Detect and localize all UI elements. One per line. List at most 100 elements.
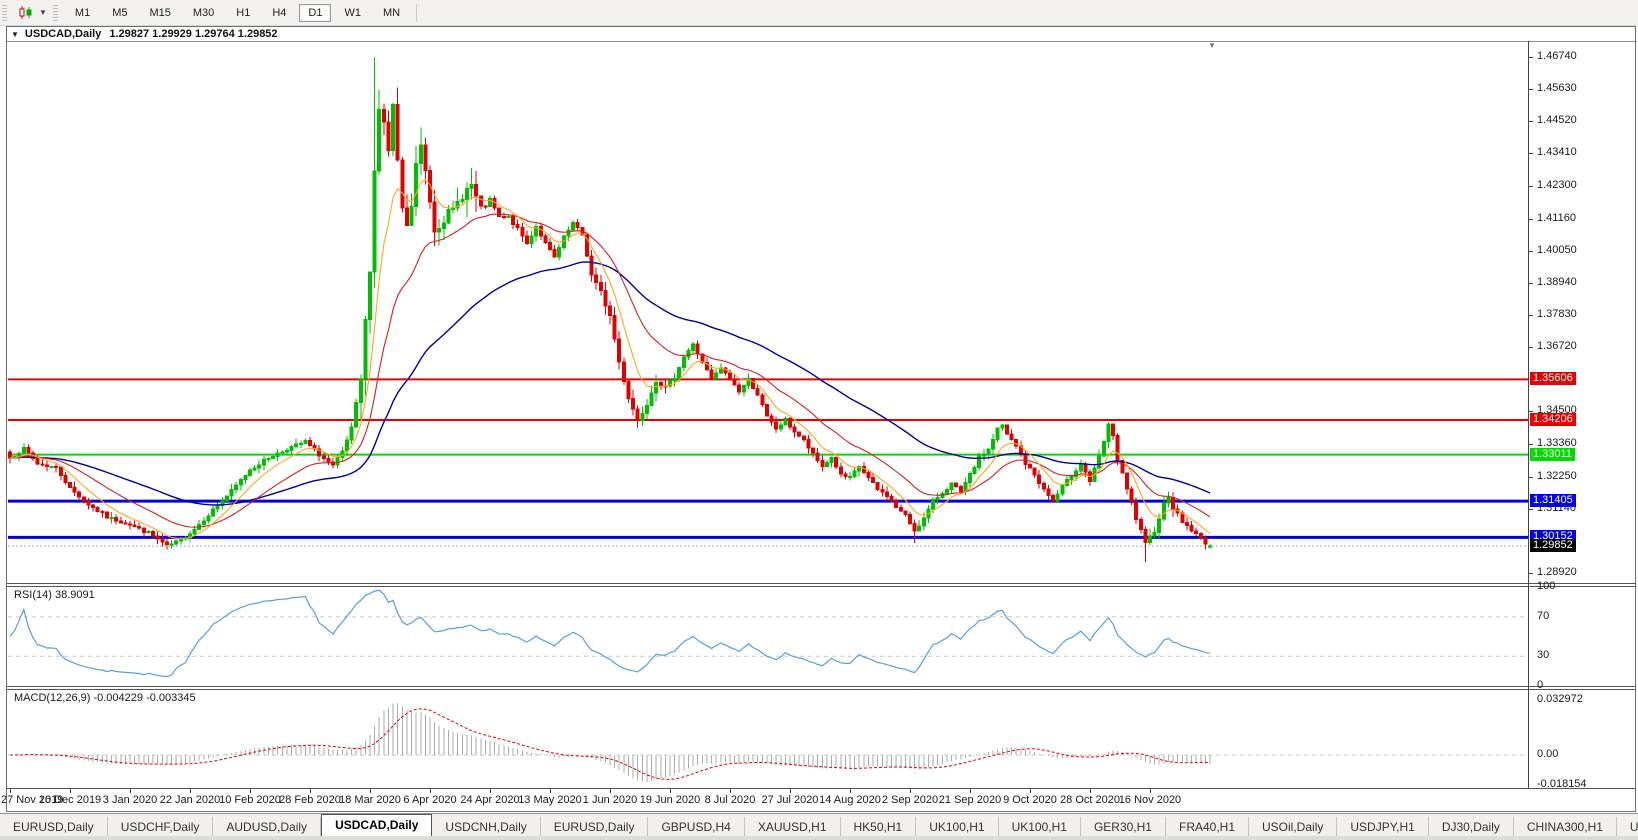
chart-tab-xauusd-h1[interactable]: XAUUSD,H1 xyxy=(745,817,841,837)
price-level-badge[interactable]: 1.31405 xyxy=(1530,494,1576,507)
chart-tab-uk100-h1[interactable]: UK100,H1 xyxy=(999,817,1081,837)
price-axis-tick xyxy=(1529,283,1533,284)
chart-tab-fra40-h1[interactable]: FRA40,H1 xyxy=(1166,817,1249,837)
rsi-axis-label: 30 xyxy=(1537,649,1549,661)
chart-tab-bar: EURUSD,DailyUSDCHF,DailyAUDUSD,DailyUSDC… xyxy=(0,813,1638,837)
price-axis-label: 1.46740 xyxy=(1537,50,1577,62)
date-axis-tick xyxy=(130,789,131,793)
price-axis-tick xyxy=(1529,57,1533,58)
chart-tab-usoil-h1[interactable]: USOil,H1 xyxy=(1617,817,1638,837)
chart-tab-usdchf-daily[interactable]: USDCHF,Daily xyxy=(108,817,214,837)
date-axis-tick xyxy=(910,789,911,793)
date-axis-tick xyxy=(610,789,611,793)
rsi-indicator-chart[interactable] xyxy=(8,587,1528,686)
main-price-chart[interactable] xyxy=(8,41,1528,583)
timeframe-toolbar: ▼ M1M5M15 M30H1H4D1W1MN xyxy=(0,0,1638,26)
mt4-application: ▼ M1M5M15 M30H1H4D1W1MN ▼ USDCAD,Daily 1.… xyxy=(0,0,1638,840)
price-axis-label: 1.28920 xyxy=(1537,566,1577,578)
chart-symbol-title: USDCAD,Daily xyxy=(25,28,101,40)
chart-tab-ger30-h1[interactable]: GER30,H1 xyxy=(1081,817,1166,837)
date-axis-tick xyxy=(250,789,251,793)
price-axis-label: 1.38940 xyxy=(1537,276,1577,288)
price-axis-label: 1.36720 xyxy=(1537,340,1577,352)
timeframe-button-w1[interactable]: W1 xyxy=(335,4,370,22)
price-axis-tick xyxy=(1529,509,1533,510)
price-axis-label: 1.32250 xyxy=(1537,470,1577,482)
timeframe-button-m15[interactable]: M15 xyxy=(140,4,179,22)
macd-label: MACD(12,26,9) -0.004229 -0.003345 xyxy=(14,692,196,704)
collapse-indicator-icon[interactable]: ▼ xyxy=(11,30,19,39)
price-axis-tick xyxy=(1529,573,1533,574)
timeframe-button-m30[interactable]: M30 xyxy=(184,4,223,22)
rsi-panel-bottom-border xyxy=(7,686,1636,687)
toolbar-separator xyxy=(416,4,417,22)
toolbar-grip-2[interactable] xyxy=(53,5,58,21)
rsi-label: RSI(14) 38.9091 xyxy=(14,589,95,601)
date-axis-tick xyxy=(550,789,551,793)
timeframe-button-m1[interactable]: M1 xyxy=(66,4,99,22)
chart-tab-eurusd-daily[interactable]: EURUSD,Daily xyxy=(0,817,108,837)
chart-tab-usoil-daily[interactable]: USOil,Daily xyxy=(1249,817,1337,837)
price-axis-label: 1.43410 xyxy=(1537,146,1577,158)
date-axis-tick xyxy=(1090,789,1091,793)
chart-tab-hk50-h1[interactable]: HK50,H1 xyxy=(841,817,917,837)
macd-signal-line xyxy=(10,709,1210,780)
chart-tab-usdcnh-daily[interactable]: USDCNH,Daily xyxy=(432,817,540,837)
rsi-line xyxy=(10,590,1210,676)
macd-axis-label: 0.032972 xyxy=(1537,693,1583,705)
timeframe-button-h4[interactable]: H4 xyxy=(263,4,295,22)
price-axis-tick xyxy=(1529,153,1533,154)
price-axis-label: 1.44520 xyxy=(1537,114,1577,126)
chart-tab-audusd-daily[interactable]: AUDUSD,Daily xyxy=(213,817,321,837)
date-axis-tick xyxy=(310,789,311,793)
price-axis-tick xyxy=(1529,315,1533,316)
price-axis-label: 1.40050 xyxy=(1537,244,1577,256)
timeframe-button-d1[interactable]: D1 xyxy=(299,4,331,22)
price-level-badge[interactable]: 1.33011 xyxy=(1530,448,1575,461)
rsi-axis-label: 70 xyxy=(1537,610,1549,622)
toolbar-grip[interactable] xyxy=(2,5,7,21)
date-axis-tick xyxy=(670,789,671,793)
chart-tab-china300-h1[interactable]: CHINA300,H1 xyxy=(1514,817,1617,837)
chart-ohlc-values: 1.29827 1.29929 1.29764 1.29852 xyxy=(109,28,277,40)
chart-shift-marker-icon[interactable]: ▼ xyxy=(1208,41,1216,50)
price-axis-tick xyxy=(1529,186,1533,187)
date-axis-tick xyxy=(70,789,71,793)
date-axis-tick xyxy=(1150,789,1151,793)
timeframe-button-h1[interactable]: H1 xyxy=(227,4,259,22)
price-axis-tick xyxy=(1529,219,1533,220)
ma-fast-line xyxy=(10,180,1210,539)
status-strip xyxy=(0,836,1638,840)
chart-tab-dj30-daily[interactable]: DJ30,Daily xyxy=(1429,817,1514,837)
chart-tab-eurusd-daily[interactable]: EURUSD,Daily xyxy=(541,817,649,837)
chart-type-dropdown-icon[interactable]: ▼ xyxy=(39,8,47,17)
price-axis-label: 1.37830 xyxy=(1537,308,1577,320)
chart-candles-icon[interactable] xyxy=(13,2,39,23)
date-axis-label: 16 Nov 2020 xyxy=(1104,794,1196,806)
macd-indicator-chart[interactable] xyxy=(8,690,1528,788)
price-axis-tick xyxy=(1529,251,1533,252)
main-panel-bottom-border xyxy=(7,583,1636,584)
chart-tab-gbpusd-h4[interactable]: GBPUSD,H4 xyxy=(648,817,744,837)
price-level-badge[interactable]: 1.34206 xyxy=(1530,413,1576,426)
price-axis-tick xyxy=(1529,347,1533,348)
chart-tab-usdjpy-h1[interactable]: USDJPY,H1 xyxy=(1337,817,1428,837)
macd-panel-bottom-border xyxy=(7,788,1636,789)
ma-mid-line xyxy=(10,214,1210,527)
price-axis-tick xyxy=(1529,89,1533,90)
date-axis-tick xyxy=(190,789,191,793)
price-level-badge[interactable]: 1.35606 xyxy=(1530,372,1576,385)
timeframe-button-mn[interactable]: MN xyxy=(374,4,409,22)
date-axis-tick xyxy=(730,789,731,793)
price-axis-tick xyxy=(1529,121,1533,122)
date-axis-tick xyxy=(1030,789,1031,793)
macd-axis-label: -0.018154 xyxy=(1537,778,1587,790)
date-axis-tick xyxy=(10,789,11,793)
price-axis-tick xyxy=(1529,444,1533,445)
timeframe-button-m5[interactable]: M5 xyxy=(103,4,136,22)
chart-tab-uk100-h1[interactable]: UK100,H1 xyxy=(916,817,998,837)
date-axis-tick xyxy=(490,789,491,793)
date-axis-tick xyxy=(370,789,371,793)
chart-tab-usdcad-daily[interactable]: USDCAD,Daily xyxy=(321,814,432,837)
chart-title-bar: ▼ USDCAD,Daily 1.29827 1.29929 1.29764 1… xyxy=(7,27,1635,42)
